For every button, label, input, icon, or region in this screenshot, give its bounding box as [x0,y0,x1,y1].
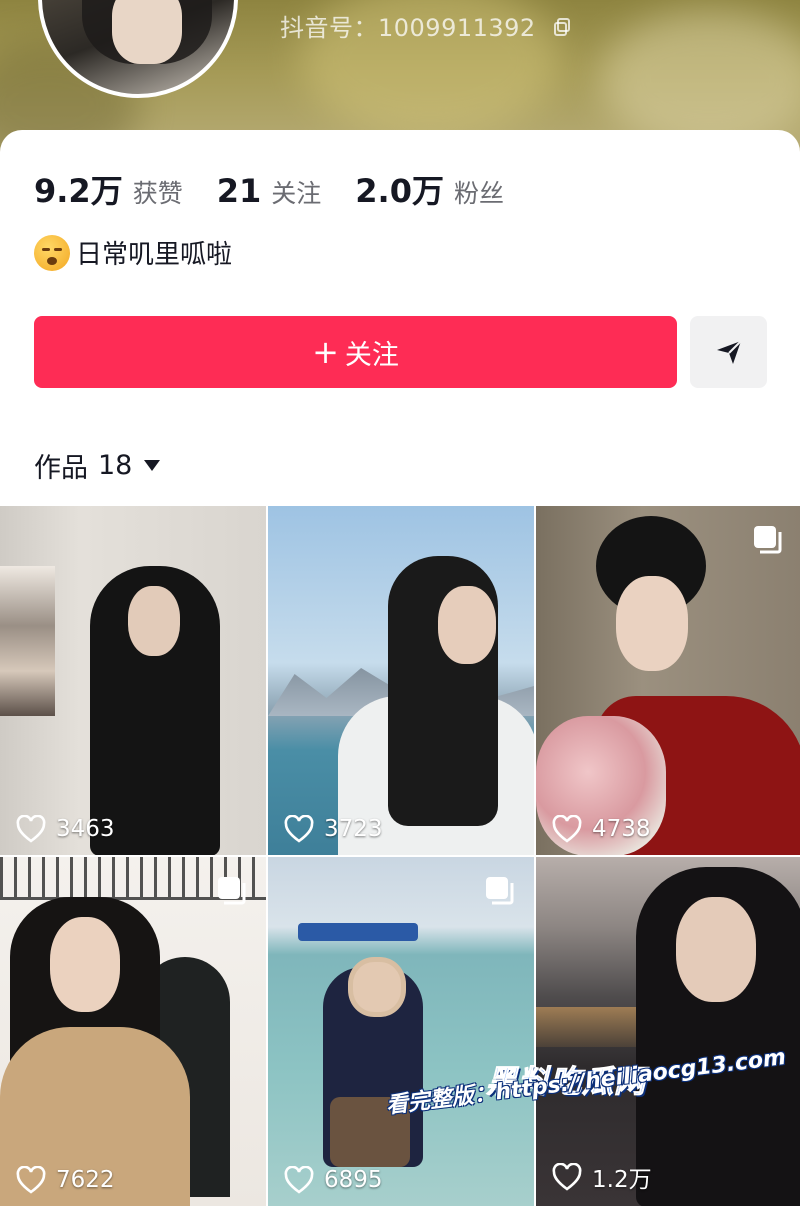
stat-likes[interactable]: 9.2万 获赞 [34,166,183,212]
person-face [676,897,756,1002]
avatar-face [112,0,182,64]
stat-followers-label: 粉丝 [453,179,504,208]
person-face [50,917,120,1012]
video-tile[interactable]: 3463 [0,506,266,855]
stat-likes-label: 获赞 [132,179,183,208]
boat [298,923,418,941]
send-arrow-icon [716,340,742,364]
stat-following-value: 21 [216,172,262,210]
multi-image-icon [484,875,516,911]
video-likes: 3463 [16,815,115,843]
stat-followers[interactable]: 2.0万 粉丝 [355,166,504,212]
stat-following[interactable]: 21 关注 [217,172,322,210]
heart-icon [16,1166,46,1194]
heart-icon [284,815,314,843]
video-likes: 4738 [552,815,651,843]
dropdown-arrow-icon [144,460,161,471]
video-likes-count: 4738 [592,816,651,842]
works-label: 作品 [34,453,88,484]
video-likes-count: 6895 [324,1167,383,1193]
video-likes: 7622 [16,1166,115,1194]
video-likes: 1.2万 [552,1160,652,1194]
heart-icon [552,815,582,843]
person-face [348,957,406,1017]
video-tile[interactable]: 7622 [0,857,266,1206]
plus-icon: + [312,333,339,371]
poster-wall [0,566,55,716]
follow-button-label: 关注 [344,339,399,371]
copy-icon[interactable] [552,15,572,43]
person-face [438,586,496,664]
video-tile[interactable]: 4738 [536,506,800,855]
video-tile[interactable]: 1.2万 [536,857,800,1206]
person-face [128,586,180,656]
heart-icon [284,1166,314,1194]
yawning-face-emoji-icon [34,234,70,271]
bio-text: 日常叽里呱啦 [76,240,233,270]
video-tile[interactable]: 6895 [268,857,534,1206]
share-button[interactable] [690,316,767,388]
video-likes: 3723 [284,815,383,843]
stat-followers-value: 2.0万 [355,172,444,210]
video-likes-count: 7622 [56,1167,115,1193]
video-tile[interactable]: 3723 [268,506,534,855]
profile-card: 9.2万 获赞 21 关注 2.0万 粉丝 日常叽里呱啦 + 关注 作品 18 [0,130,800,510]
video-likes: 6895 [284,1166,383,1194]
multi-image-icon [216,875,248,911]
heart-icon [16,815,46,843]
video-likes-count: 3463 [56,816,115,842]
douyin-id-text: 抖音号：1009911392 [280,14,536,42]
person-face [616,576,688,671]
follow-button[interactable]: + 关注 [34,316,677,388]
stat-following-label: 关注 [271,179,322,208]
douyin-id[interactable]: 抖音号：1009911392 [280,8,572,43]
video-likes-count: 1.2万 [592,1167,652,1193]
works-dropdown[interactable]: 作品 18 [34,446,161,485]
heart-icon [552,1163,582,1191]
stat-likes-value: 9.2万 [34,172,123,210]
profile-bio: 日常叽里呱啦 [34,234,232,271]
video-likes-count: 3723 [324,816,383,842]
works-count: 18 [98,450,133,481]
multi-image-icon [752,524,784,560]
cover-blur [600,10,800,150]
profile-stats: 9.2万 获赞 21 关注 2.0万 粉丝 [34,166,538,212]
